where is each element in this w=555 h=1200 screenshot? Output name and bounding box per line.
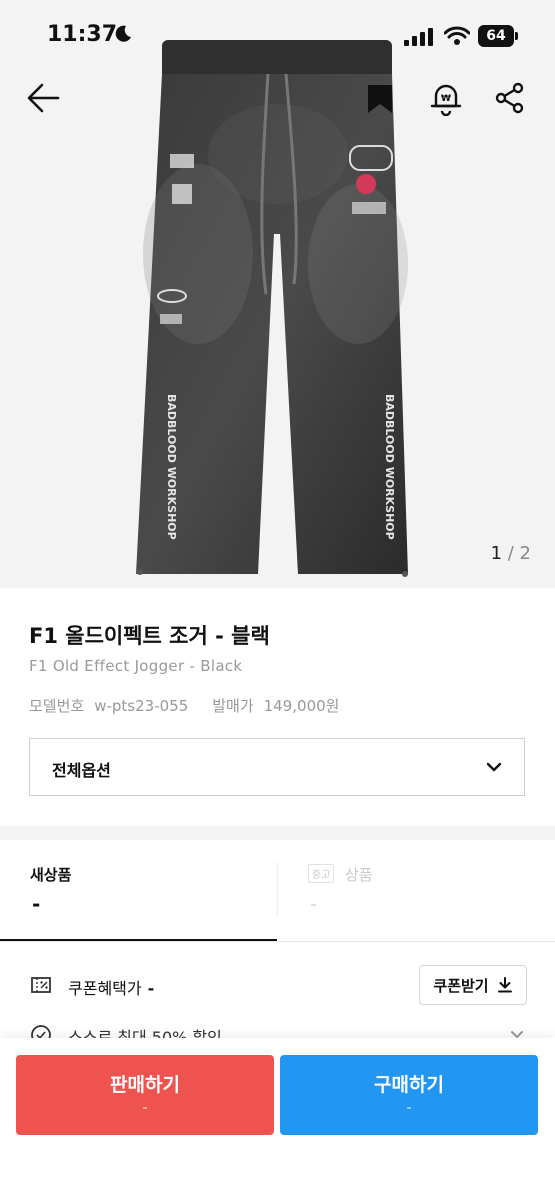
price-alert-icon[interactable]: ₩	[428, 80, 464, 116]
coupon-value: -	[147, 979, 155, 998]
buy-button-label: 구매하기	[374, 1074, 444, 1096]
model-label: 모델번호	[29, 697, 85, 715]
share-icon[interactable]	[494, 82, 526, 114]
coupon-icon	[31, 977, 51, 993]
option-select[interactable]: 전체옵션	[29, 738, 525, 796]
status-bar: 11:37 64	[0, 0, 555, 74]
sell-button-label: 판매하기	[110, 1074, 180, 1096]
coupon-label: 쿠폰혜택가 -	[68, 979, 155, 998]
product-meta: 모델번호 w-pts23-055 발매가 149,000원	[29, 695, 349, 716]
tab-new-product[interactable]: 새상품 -	[0, 840, 277, 942]
product-image: BADBLOOD WORKSHOP BADBLOOD WORKSHOP	[136, 40, 408, 577]
option-select-label: 전체옵션	[52, 761, 111, 780]
release-value: 149,000원	[263, 697, 340, 715]
battery-tip	[515, 32, 518, 40]
battery-indicator: 64	[478, 25, 514, 47]
buy-button-price: -	[406, 1100, 412, 1116]
leg-print-right: BADBLOOD WORKSHOP	[383, 394, 396, 540]
wifi-icon	[444, 26, 470, 45]
sell-button[interactable]: 판매하기 -	[16, 1055, 274, 1135]
sell-button-price: -	[142, 1100, 148, 1116]
status-time: 11:37	[47, 22, 118, 47]
product-subtitle: F1 Old Effect Jogger - Black	[29, 657, 243, 675]
get-coupon-label: 쿠폰받기	[433, 976, 489, 995]
coupon-row: 쿠폰혜택가 - 쿠폰받기	[0, 962, 555, 1008]
used-badge: 중고	[308, 864, 335, 883]
image-counter: 1 / 2	[490, 543, 531, 564]
tab-bottom-border	[0, 941, 555, 942]
model-value: w-pts23-055	[94, 697, 189, 715]
download-icon	[497, 977, 512, 993]
get-coupon-button[interactable]: 쿠폰받기	[419, 965, 527, 1005]
back-arrow-icon[interactable]	[26, 82, 62, 114]
chevron-down-icon	[486, 762, 502, 772]
tab-used-product[interactable]: 중고 상품 -	[278, 840, 555, 942]
bottom-action-bar: 판매하기 - 구매하기 -	[0, 1038, 555, 1200]
tab-new-label: 새상품	[30, 866, 72, 884]
leg-print-left: BADBLOOD WORKSHOP	[165, 394, 178, 540]
buy-button[interactable]: 구매하기 -	[280, 1055, 538, 1135]
tab-new-price: -	[32, 892, 41, 916]
section-divider	[0, 826, 555, 840]
tab-used-label: 상품	[345, 866, 373, 884]
bookmark-icon[interactable]	[366, 83, 394, 115]
moon-icon	[115, 25, 131, 42]
svg-text:₩: ₩	[441, 94, 451, 104]
tab-used-price: -	[310, 892, 318, 916]
signal-icon	[404, 28, 433, 46]
product-title: F1 올드이펙트 조거 - 블랙	[29, 624, 270, 648]
product-image-gallery[interactable]: BADBLOOD WORKSHOP BADBLOOD WORKSHOP 1 / …	[0, 0, 555, 588]
release-label: 발매가	[212, 697, 254, 715]
